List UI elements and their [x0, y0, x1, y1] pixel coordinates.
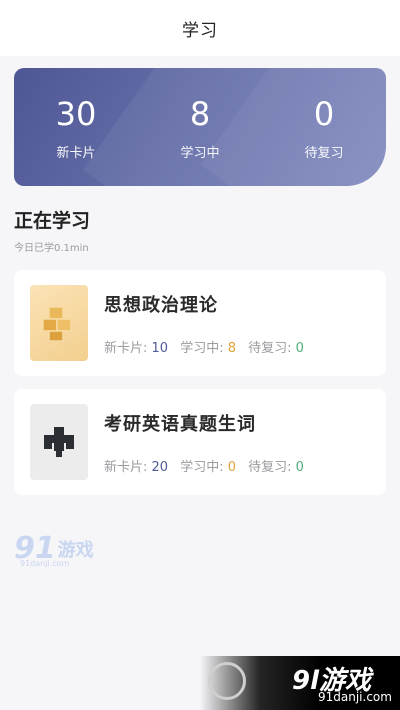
stats-summary-card: 30 新卡片 8 学习中 0 待复习 [14, 68, 386, 186]
deck-title: 考研英语真题生词 [104, 413, 256, 435]
page-title: 学习 [182, 20, 218, 41]
stat-learning[interactable]: 8 学习中 [138, 94, 262, 161]
deck-stats: 新卡片: 20 学习中: 0 待复习: 0 [104, 456, 312, 475]
watermark-url: 91danji.com [20, 559, 70, 568]
section-title: 正在学习 [14, 210, 91, 232]
stat-label: 待复习 [304, 145, 344, 161]
watermark-url: 91danji.com [318, 690, 392, 704]
today-study-time: 今日已学0.1min [14, 243, 89, 254]
stat-label: 学习中 [180, 145, 220, 161]
stat-to-review[interactable]: 0 待复习 [262, 94, 386, 161]
deck-learning-count: 学习中: 8 [180, 341, 236, 356]
stat-value: 8 [227, 340, 236, 356]
deck-info: 考研英语真题生词 新卡片: 20 学习中: 0 待复习: 0 [104, 410, 312, 475]
deck-title: 思想政治理论 [104, 294, 218, 316]
deck-card-politics[interactable]: 思想政治理论 新卡片: 10 学习中: 8 待复习: 0 [14, 270, 386, 376]
deck-thumbnail [30, 404, 88, 480]
deck-review-count: 待复习: 0 [248, 460, 304, 475]
stat-label: 新卡片 [56, 145, 96, 161]
stat-label: 待复习: [248, 340, 296, 356]
watermark-circle-icon [208, 662, 246, 700]
stat-value: 30 [55, 94, 97, 133]
stat-value: 0 [227, 459, 236, 475]
deck-learning-count: 学习中: 0 [180, 460, 236, 475]
deck-card-english-vocab[interactable]: 考研英语真题生词 新卡片: 20 学习中: 0 待复习: 0 [14, 389, 386, 495]
stat-label: 新卡片: [104, 459, 152, 475]
deck-new-count: 新卡片: 10 [104, 341, 168, 356]
stat-new-cards[interactable]: 30 新卡片 [14, 94, 138, 161]
stat-label: 学习中: [180, 340, 228, 356]
stat-value: 20 [151, 459, 169, 475]
stat-label: 新卡片: [104, 340, 152, 356]
stat-label: 待复习: [248, 459, 296, 475]
top-nav-bar: 学习 [0, 0, 400, 56]
stat-value: 0 [313, 94, 335, 133]
deck-stats: 新卡片: 10 学习中: 8 待复习: 0 [104, 337, 312, 356]
corner-watermark: 9l游戏 91danji.com [200, 656, 400, 710]
deck-info: 思想政治理论 新卡片: 10 学习中: 8 待复习: 0 [104, 291, 312, 356]
deck-review-count: 待复习: 0 [248, 341, 304, 356]
pixel-arrow-icon [44, 427, 74, 457]
stat-value: 10 [151, 340, 169, 356]
stat-value: 0 [295, 459, 304, 475]
stat-value: 0 [295, 340, 304, 356]
stat-value: 8 [189, 94, 211, 133]
deck-new-count: 新卡片: 20 [104, 460, 168, 475]
app-screen: 学习 30 新卡片 8 学习中 0 待复习 正在学习 今日已学0.1min 思想… [0, 0, 400, 710]
gold-cubes-icon [42, 306, 72, 342]
stat-label: 学习中: [180, 459, 228, 475]
deck-thumbnail [30, 285, 88, 361]
